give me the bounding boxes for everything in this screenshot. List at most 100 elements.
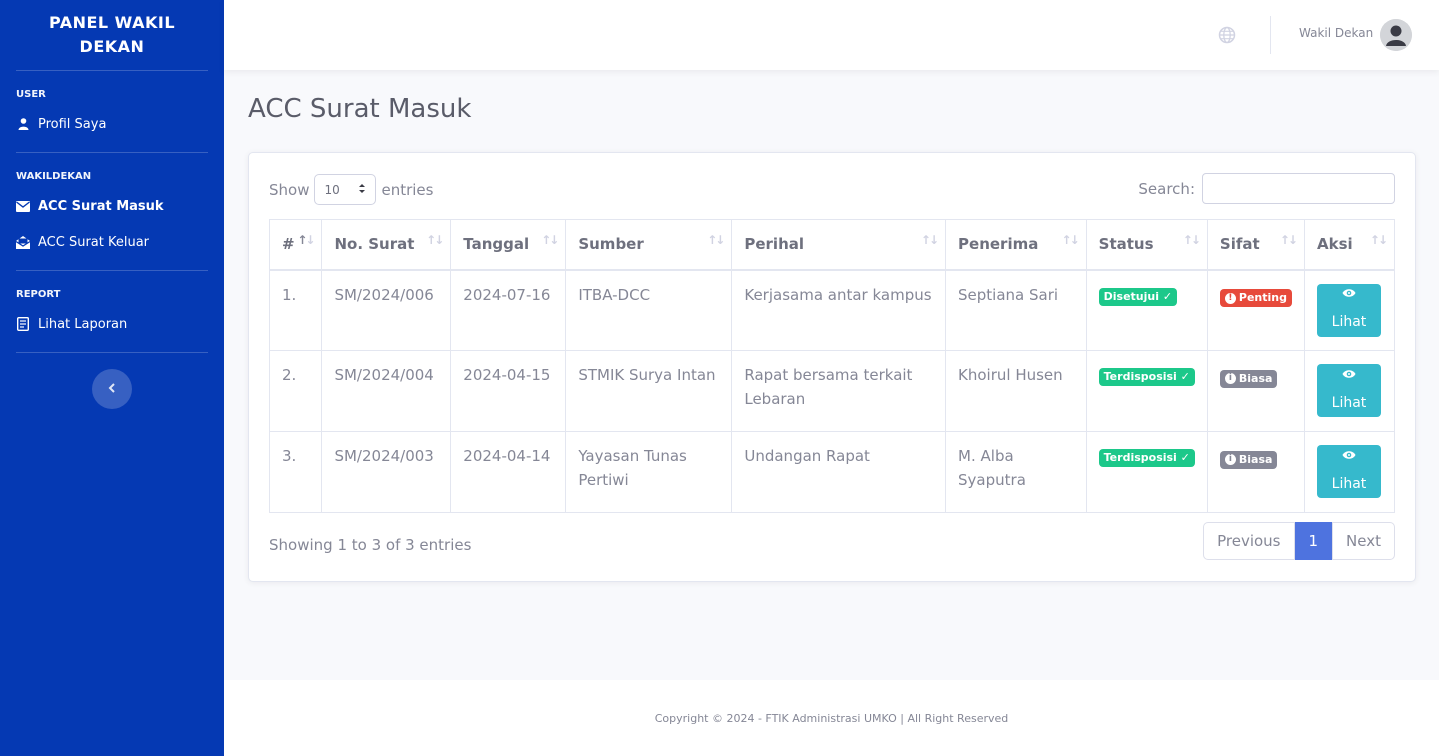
sort-icon: ↑↓	[920, 233, 939, 247]
sifat-badge: ! Penting	[1219, 289, 1292, 307]
check-double-icon: ✓	[1180, 451, 1190, 464]
sifat-badge: i Biasa	[1219, 369, 1278, 388]
sidebar-item-label: Profil Saya	[38, 116, 107, 132]
cell-sifat: ! Penting	[1206, 269, 1305, 351]
column-header-status[interactable]: Status ↑↓	[1085, 219, 1208, 271]
chevron-left-icon	[108, 381, 116, 397]
search-label: Search:	[1138, 179, 1195, 198]
column-header-penerima[interactable]: Penerima ↑↓	[945, 219, 1087, 271]
table-row: 3. SM/2024/003 2024-04-14 Yayasan Tunas …	[268, 431, 1396, 513]
lihat-button[interactable]: Lihat	[1316, 364, 1381, 417]
next-page-button[interactable]: Next	[1332, 522, 1395, 560]
sidebar-divider	[16, 352, 208, 353]
search-input[interactable]	[1202, 173, 1395, 204]
column-header-sifat[interactable]: Sifat ↑↓	[1206, 219, 1305, 271]
cell-no-surat: SM/2024/006	[321, 269, 452, 351]
sidebar-divider	[16, 70, 208, 71]
pagination: Previous 1 Next	[1203, 522, 1395, 560]
surat-masuk-table: # ↑↓ No. Surat ↑↓ Tanggal ↑↓ Sumber ↑↓ Perih…	[268, 219, 1396, 513]
lihat-button-label: Lihat	[1331, 394, 1367, 411]
page-title: ACC Surat Masuk	[248, 94, 472, 124]
sidebar-item-acc-surat-masuk[interactable]: ACC Surat Masuk	[0, 188, 224, 224]
check-double-icon: ✓	[1180, 370, 1190, 383]
table-card: Show 10 entries Search: # ↑↓ No. Surat ↑↓ …	[248, 152, 1416, 582]
cell-sumber: STMIK Surya Intan	[565, 350, 733, 432]
sidebar-divider	[16, 152, 208, 153]
eye-icon	[1342, 448, 1356, 472]
cell-no-surat: SM/2024/004	[321, 350, 452, 432]
topbar: Wakil Dekan	[224, 0, 1439, 70]
sidebar-item-label: Lihat Laporan	[38, 316, 128, 332]
lihat-button-label: Lihat	[1331, 475, 1367, 492]
sidebar-item-lihat-laporan[interactable]: Lihat Laporan	[0, 306, 224, 342]
search-control: Search:	[1138, 173, 1395, 204]
cell-sumber: Yayasan Tunas Pertiwi	[565, 431, 733, 513]
lihat-button[interactable]: Lihat	[1316, 283, 1381, 337]
cell-aksi: Lihat	[1303, 431, 1396, 513]
sidebar-brand[interactable]: PANEL WAKIL DEKAN	[0, 0, 224, 70]
envelope-icon	[16, 199, 30, 213]
envelope-open-icon	[16, 235, 30, 249]
entries-select-value: 10	[324, 182, 340, 197]
sort-icon: ↑↓	[1279, 233, 1298, 247]
column-header-aksi[interactable]: Aksi ↑↓	[1303, 219, 1396, 271]
sort-icon: ↑↓	[541, 233, 559, 247]
page-1-button[interactable]: 1	[1294, 522, 1333, 560]
sidebar-item-profil-saya[interactable]: Profil Saya	[0, 106, 224, 142]
sort-icon: ↑↓	[707, 233, 725, 247]
cell-tanggal: 2024-04-15	[450, 350, 567, 432]
column-header-no-surat[interactable]: No. Surat ↑↓	[321, 219, 452, 271]
lihat-button[interactable]: Lihat	[1316, 445, 1381, 498]
sidebar: PANEL WAKIL DEKAN USER Profil Saya WAKIL…	[0, 0, 224, 756]
sort-icon: ↑↓	[1061, 233, 1080, 247]
info-icon: i	[1224, 454, 1236, 465]
report-icon	[16, 317, 30, 331]
globe-icon[interactable]	[1218, 26, 1236, 44]
cell-status: Terdisposisi ✓	[1085, 431, 1208, 513]
avatar[interactable]	[1380, 19, 1412, 51]
sidebar-item-label: ACC Surat Keluar	[38, 234, 150, 250]
cell-aksi: Lihat	[1303, 350, 1396, 432]
check-double-icon: ✓	[1162, 289, 1173, 303]
sort-icon: ↑↓	[297, 233, 315, 247]
user-icon	[16, 117, 30, 131]
sort-updown-icon	[358, 183, 366, 197]
user-name[interactable]: Wakil Dekan	[1299, 26, 1373, 40]
cell-perihal: Kerjasama antar kampus	[731, 269, 947, 351]
cell-status: Disetujui ✓	[1085, 269, 1208, 351]
column-header-tanggal[interactable]: Tanggal ↑↓	[450, 219, 567, 271]
cell-no: 1.	[268, 269, 323, 351]
column-header-no[interactable]: # ↑↓	[268, 219, 323, 271]
cell-sifat: i Biasa	[1206, 350, 1305, 432]
cell-perihal: Undangan Rapat	[731, 431, 947, 513]
entries-label: entries	[381, 180, 434, 199]
eye-icon	[1342, 286, 1356, 310]
status-badge: Disetujui ✓	[1098, 287, 1178, 306]
entries-length-control: Show 10 entries	[269, 174, 433, 205]
show-label: Show	[269, 180, 310, 199]
sidebar-toggle-button[interactable]	[92, 369, 132, 409]
sort-icon: ↑↓	[1182, 233, 1201, 247]
previous-page-button[interactable]: Previous	[1203, 522, 1295, 560]
cell-penerima: Khoirul Husen	[945, 350, 1087, 432]
column-header-sumber[interactable]: Sumber ↑↓	[565, 219, 733, 271]
eye-icon	[1342, 367, 1356, 391]
footer: Copyright © 2024 - FTIK Administrasi UMK…	[224, 680, 1439, 756]
cell-aksi: Lihat	[1303, 269, 1396, 351]
cell-penerima: Septiana Sari	[945, 269, 1087, 351]
sidebar-heading-user: USER	[16, 89, 46, 100]
copyright-text: Copyright © 2024 - FTIK Administrasi UMK…	[654, 711, 1009, 725]
cell-penerima: M. Alba Syaputra	[945, 431, 1087, 513]
status-badge: Terdisposisi ✓	[1098, 449, 1195, 467]
sidebar-item-acc-surat-keluar[interactable]: ACC Surat Keluar	[0, 224, 224, 260]
sidebar-heading-wakildekan: WAKILDEKAN	[16, 171, 92, 182]
entries-select[interactable]: 10	[314, 174, 377, 205]
sort-icon: ↑↓	[1369, 233, 1388, 247]
column-header-perihal[interactable]: Perihal ↑↓	[731, 219, 947, 271]
cell-perihal: Rapat bersama terkait Lebaran	[731, 350, 947, 432]
cell-tanggal: 2024-07-16	[450, 269, 567, 351]
table-row: 1. SM/2024/006 2024-07-16 ITBA-DCC Kerja…	[268, 269, 1396, 351]
cell-no-surat: SM/2024/003	[321, 431, 452, 513]
cell-status: Terdisposisi ✓	[1085, 350, 1208, 432]
table-info: Showing 1 to 3 of 3 entries	[269, 536, 472, 554]
